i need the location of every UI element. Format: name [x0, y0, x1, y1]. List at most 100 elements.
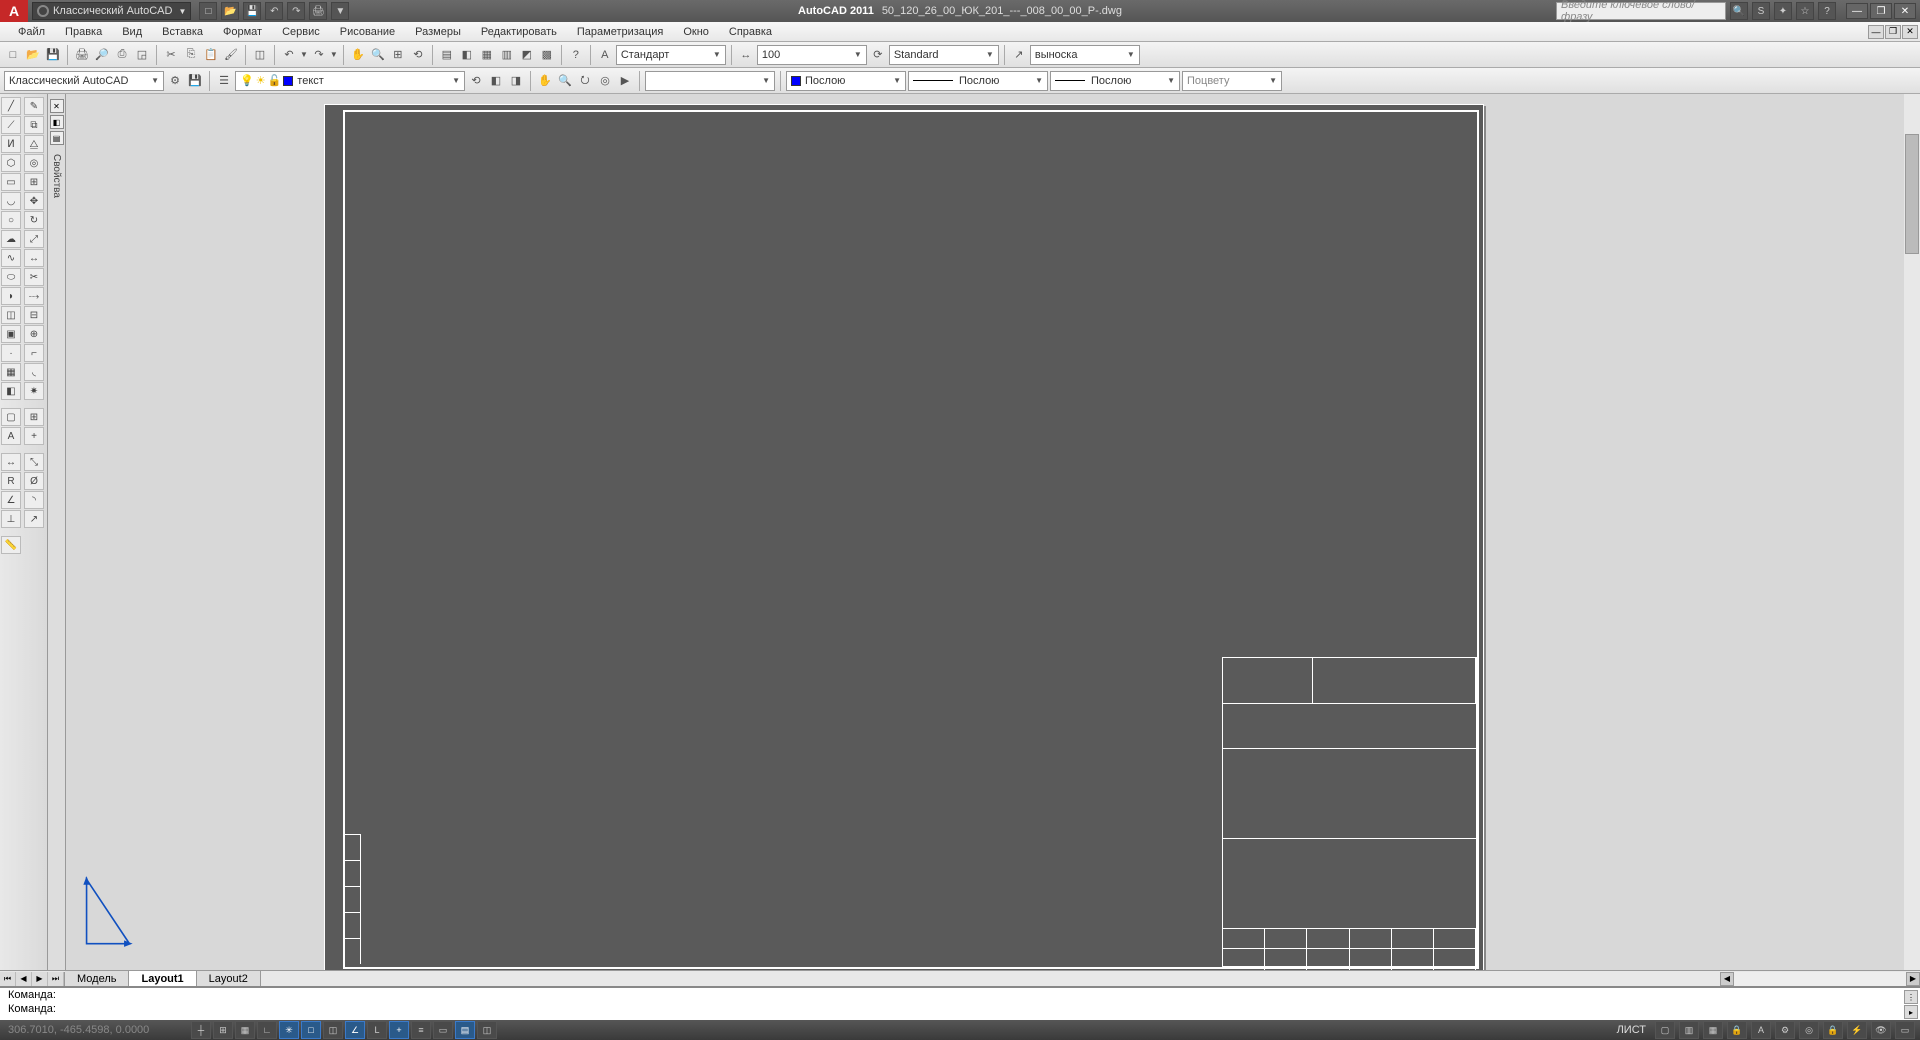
- mleader-dropdown[interactable]: выноска▼: [1030, 45, 1140, 65]
- quickview-drawings-icon[interactable]: ▦: [1703, 1021, 1723, 1039]
- dim-angular-icon[interactable]: ∠: [1, 491, 21, 509]
- chamfer-icon[interactable]: ⌐: [24, 344, 44, 362]
- menu-edit[interactable]: Правка: [55, 26, 112, 38]
- maximize-vp-icon[interactable]: ▢: [1655, 1021, 1675, 1039]
- qat-undo-icon[interactable]: ↶: [265, 2, 283, 20]
- palette-pin-icon[interactable]: ◧: [50, 115, 64, 129]
- dim-dia-icon[interactable]: Ø: [24, 472, 44, 490]
- visual-style-dropdown[interactable]: ▼: [645, 71, 775, 91]
- stretch-icon[interactable]: ↔: [24, 249, 44, 267]
- polygon-icon[interactable]: ⬡: [1, 154, 21, 172]
- offset-icon[interactable]: ◎: [24, 154, 44, 172]
- command-prompt[interactable]: Команда:: [0, 1002, 1920, 1016]
- hardware-accel-icon[interactable]: ⚡: [1847, 1021, 1867, 1039]
- tab-model[interactable]: Модель: [65, 971, 129, 987]
- annoauto-icon[interactable]: ⚙: [1775, 1021, 1795, 1039]
- lineweight-dropdown[interactable]: Послою▼: [1050, 71, 1180, 91]
- tab-first-icon[interactable]: ⏮: [0, 972, 16, 986]
- menu-help[interactable]: Справка: [719, 26, 782, 38]
- menu-file[interactable]: Файл: [8, 26, 55, 38]
- dim-radius-icon[interactable]: R: [1, 472, 21, 490]
- paste-icon[interactable]: 📋: [202, 46, 220, 64]
- quickview-layouts-icon[interactable]: ▥: [1679, 1021, 1699, 1039]
- new-icon[interactable]: □: [4, 46, 22, 64]
- cut-icon[interactable]: ✂: [162, 46, 180, 64]
- fillet-icon[interactable]: ◟: [24, 363, 44, 381]
- tab-layout2[interactable]: Layout2: [197, 971, 261, 987]
- gradient-icon[interactable]: ◧: [1, 382, 21, 400]
- menu-parametric[interactable]: Параметризация: [567, 26, 673, 38]
- dyn-icon[interactable]: +: [389, 1021, 409, 1039]
- spline-icon[interactable]: ∿: [1, 249, 21, 267]
- command-line[interactable]: Команда: Команда: ⋮ ▸: [0, 986, 1920, 1020]
- qat-redo-icon[interactable]: ↷: [287, 2, 305, 20]
- ellipse-icon[interactable]: ⬭: [1, 268, 21, 286]
- layer-state-icon[interactable]: ◧: [487, 72, 505, 90]
- workspace-switch-dropdown[interactable]: Классический AutoCAD▼: [4, 71, 164, 91]
- addselected-icon[interactable]: +: [24, 427, 44, 445]
- qp-icon[interactable]: ▤: [455, 1021, 475, 1039]
- qat-more-icon[interactable]: ▼: [331, 2, 349, 20]
- array-icon[interactable]: ⊞: [24, 173, 44, 191]
- hatch-icon[interactable]: ▦: [1, 363, 21, 381]
- annoscale-icon[interactable]: 🔒: [1727, 1021, 1747, 1039]
- color-dropdown[interactable]: Послою▼: [786, 71, 906, 91]
- ortho-icon[interactable]: ∟: [257, 1021, 277, 1039]
- 3dosnap-icon[interactable]: ◫: [323, 1021, 343, 1039]
- textstyle-dropdown[interactable]: Стандарт▼: [616, 45, 726, 65]
- osnap-icon[interactable]: □: [301, 1021, 321, 1039]
- matchprop-icon[interactable]: 🖌: [222, 46, 240, 64]
- minimize-button[interactable]: —: [1846, 3, 1868, 19]
- infocenter-search[interactable]: Введите ключевое слово/фразу: [1556, 2, 1726, 20]
- tab-next-icon[interactable]: ▶: [32, 972, 48, 986]
- tab-layout1[interactable]: Layout1: [129, 971, 196, 987]
- table-icon[interactable]: ⊞: [24, 408, 44, 426]
- mleader-icon[interactable]: ↗: [1010, 46, 1028, 64]
- layer-manager-icon[interactable]: ☰: [215, 72, 233, 90]
- undo-icon[interactable]: ↶: [280, 46, 298, 64]
- block-editor-icon[interactable]: ◫: [251, 46, 269, 64]
- ws-switch-icon[interactable]: ◎: [1799, 1021, 1819, 1039]
- dim-leader-icon[interactable]: ↗: [24, 510, 44, 528]
- linetype-dropdown[interactable]: Послою▼: [908, 71, 1048, 91]
- vertical-scrollbar[interactable]: [1904, 94, 1920, 970]
- favorite-icon[interactable]: ☆: [1796, 2, 1814, 20]
- doc-close-button[interactable]: ✕: [1902, 25, 1918, 39]
- circle-icon[interactable]: ○: [1, 211, 21, 229]
- textstyle-icon[interactable]: A: [596, 46, 614, 64]
- search-icon[interactable]: 🔍: [1730, 2, 1748, 20]
- otrack-icon[interactable]: ∠: [345, 1021, 365, 1039]
- qat-new-icon[interactable]: □: [199, 2, 217, 20]
- menu-tools[interactable]: Сервис: [272, 26, 330, 38]
- dim-update-icon[interactable]: ⟳: [869, 46, 887, 64]
- explode-icon[interactable]: ✷: [24, 382, 44, 400]
- tab-last-icon[interactable]: ⏭: [48, 972, 64, 986]
- move-icon[interactable]: ✥: [24, 192, 44, 210]
- annovis-icon[interactable]: A: [1751, 1021, 1771, 1039]
- dimstyle-icon[interactable]: ↔: [737, 46, 755, 64]
- markup-icon[interactable]: ◩: [518, 46, 536, 64]
- open-icon[interactable]: 📂: [24, 46, 42, 64]
- doc-minimize-button[interactable]: —: [1868, 25, 1884, 39]
- properties-icon[interactable]: ▤: [438, 46, 456, 64]
- horizontal-scrollbar[interactable]: ◀▶: [1720, 972, 1920, 986]
- qat-open-icon[interactable]: 📂: [221, 2, 239, 20]
- sheetset-icon[interactable]: ▥: [498, 46, 516, 64]
- region-icon[interactable]: ▢: [1, 408, 21, 426]
- redo-icon[interactable]: ↷: [310, 46, 328, 64]
- toolpalettes-icon[interactable]: ▦: [478, 46, 496, 64]
- isolate-icon[interactable]: 👁: [1871, 1021, 1891, 1039]
- nav-zoom-icon[interactable]: 🔍: [556, 72, 574, 90]
- insert-block-icon[interactable]: ◫: [1, 306, 21, 324]
- qat-save-icon[interactable]: 💾: [243, 2, 261, 20]
- dim-arc-icon[interactable]: ◝: [24, 491, 44, 509]
- doc-restore-button[interactable]: ❐: [1885, 25, 1901, 39]
- preview-icon[interactable]: 🔎: [93, 46, 111, 64]
- scale-icon[interactable]: ⤢: [24, 230, 44, 248]
- menu-modify[interactable]: Редактировать: [471, 26, 567, 38]
- menu-dimension[interactable]: Размеры: [405, 26, 471, 38]
- sc-icon[interactable]: ◫: [477, 1021, 497, 1039]
- workspace-settings-icon[interactable]: ⚙: [166, 72, 184, 90]
- revcloud-icon[interactable]: ☁: [1, 230, 21, 248]
- cmd-grip-icon[interactable]: ⋮: [1904, 990, 1918, 1004]
